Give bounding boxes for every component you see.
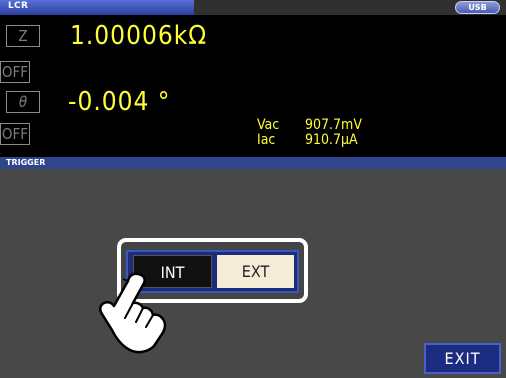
instrument-screen: LCR USB Z 1.00006kΩ OFF θ -0.004 ° OFF V…	[0, 0, 506, 378]
monitor-voltage-value: 907.7mV	[305, 117, 362, 133]
usb-badge: USB	[455, 1, 500, 14]
screen-title: LCR	[8, 1, 29, 11]
param1-value: 1.00006kΩ	[70, 21, 208, 51]
ext-trigger-button[interactable]: EXT	[217, 255, 294, 288]
measurement-display: Z 1.00006kΩ OFF θ -0.004 ° OFF Vac 907.7…	[0, 15, 506, 157]
title-tab: LCR	[0, 0, 194, 15]
monitor-current-label: Iac	[257, 132, 276, 148]
off1-button[interactable]: OFF	[0, 61, 30, 83]
param2-selector[interactable]: θ	[6, 91, 40, 113]
trigger-section-header: TRIGGER	[0, 157, 506, 169]
trigger-section-title: TRIGGER	[6, 158, 46, 167]
off2-button[interactable]: OFF	[0, 123, 30, 145]
monitor-current-value: 910.7μA	[305, 132, 358, 148]
param1-selector[interactable]: Z	[6, 25, 40, 47]
monitor-voltage-label: Vac	[257, 117, 280, 133]
exit-button[interactable]: EXIT	[424, 343, 501, 374]
title-bar: LCR USB	[0, 0, 506, 15]
pointing-hand-icon	[99, 272, 167, 354]
param2-value: -0.004 °	[68, 87, 171, 117]
